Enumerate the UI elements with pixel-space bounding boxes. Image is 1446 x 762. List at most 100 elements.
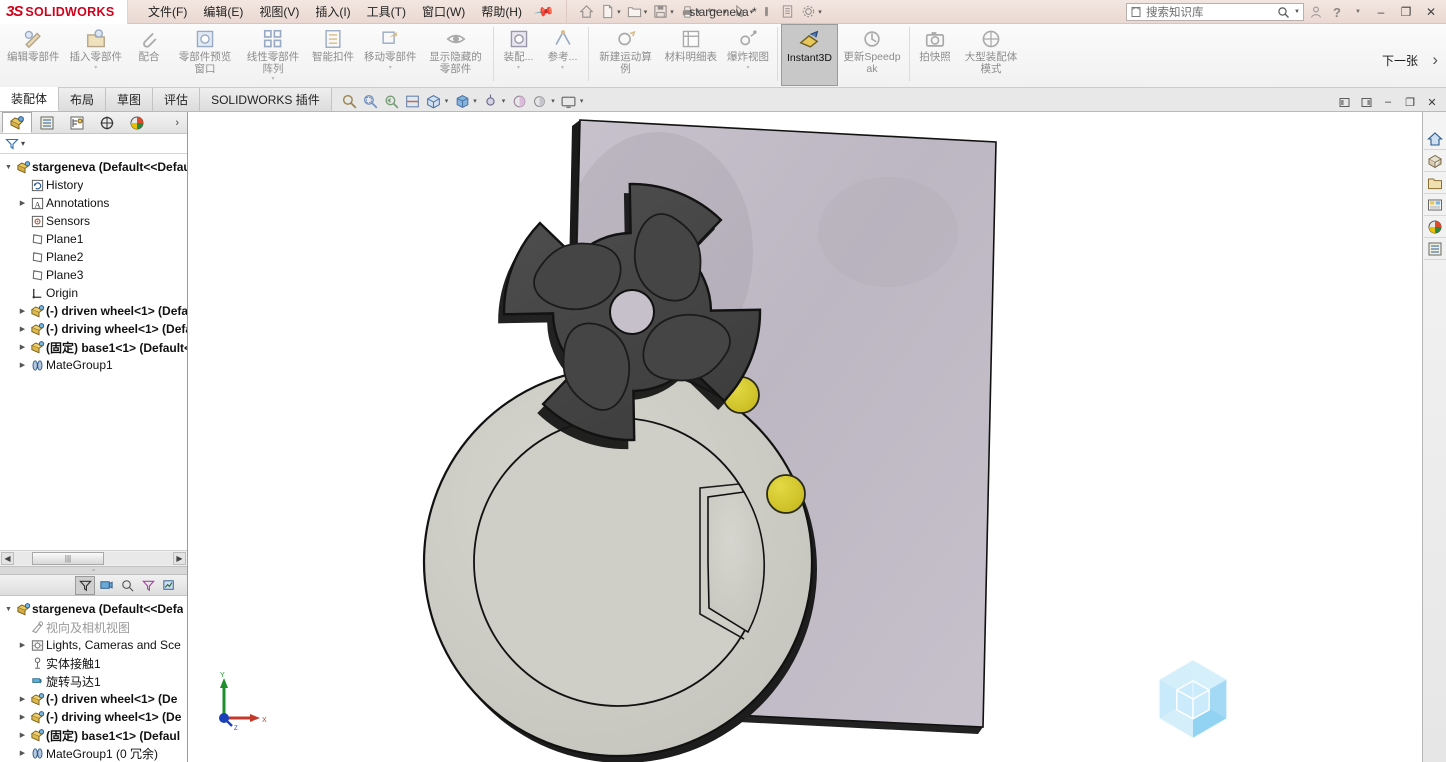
filter-animation-icon[interactable] <box>96 576 116 595</box>
options-gear-icon[interactable] <box>799 2 818 21</box>
tab-layout[interactable]: 布局 <box>59 88 107 111</box>
tree-collapse-icon[interactable]: ▼ <box>2 606 15 613</box>
next-image-overlay-label[interactable]: 下一张 <box>1382 52 1418 69</box>
motion-tree-item[interactable]: 旋转马达1 <box>0 672 187 690</box>
appearances-scenes-icon[interactable] <box>1423 216 1446 238</box>
tab-solidworks-addins[interactable]: SOLIDWORKS 插件 <box>200 88 332 111</box>
feature-tree-item[interactable]: ▶ MateGroup1 <box>0 356 187 374</box>
ribbon-button-update-speedpak[interactable]: 更新Speedpak <box>838 24 906 86</box>
menu-edit[interactable]: 编辑(E) <box>195 0 251 23</box>
window-close-button[interactable]: ✕ <box>1420 2 1442 22</box>
feature-tree-item[interactable]: Plane3 <box>0 266 187 284</box>
feature-tree-item[interactable]: Origin <box>0 284 187 302</box>
view-settings-icon[interactable] <box>559 91 579 111</box>
ribbon-button-large-assembly-mode[interactable]: 大型装配体模式 <box>957 24 1025 86</box>
menu-window[interactable]: 窗口(W) <box>414 0 473 23</box>
ribbon-dropdown-caret-icon[interactable]: ▾ <box>389 64 392 71</box>
undo-icon[interactable] <box>704 2 723 21</box>
user-account-icon[interactable] <box>1307 3 1325 21</box>
tree-expand-icon[interactable]: ▶ <box>16 361 29 369</box>
search-dropdown-icon[interactable]: ▼ <box>1294 9 1300 15</box>
previous-view-icon[interactable] <box>382 91 402 111</box>
tab-assembly[interactable]: 装配体 <box>0 87 60 111</box>
scroll-right-arrow[interactable]: ▶ <box>173 552 186 565</box>
filter-selected-icon[interactable] <box>138 576 158 595</box>
view-settings-dropdown-icon[interactable]: ▾ <box>580 97 584 105</box>
tab-evaluate[interactable]: 评估 <box>153 88 201 111</box>
feature-tree-item[interactable]: History <box>0 176 187 194</box>
dimxpert-manager-tab[interactable] <box>92 112 122 133</box>
select-cursor-icon[interactable] <box>731 2 750 21</box>
tree-expand-icon[interactable]: ▶ <box>16 713 29 721</box>
open-folder-dropdown-icon[interactable]: ▾ <box>644 8 648 16</box>
apply-scene-icon[interactable] <box>530 91 550 111</box>
ribbon-dropdown-caret-icon[interactable]: ▾ <box>94 64 97 71</box>
save-icon[interactable] <box>651 2 670 21</box>
motion-tree-item[interactable]: 实体接触1 <box>0 654 187 672</box>
tab-sketch[interactable]: 草图 <box>106 88 154 111</box>
ribbon-button-instant3d[interactable]: Instant3D <box>781 24 838 86</box>
motion-tree-item[interactable]: ▶ (固定) base1<1> (Defaul <box>0 726 187 744</box>
display-style-dropdown-icon[interactable]: ▾ <box>473 97 477 105</box>
undo-dropdown-icon[interactable]: ▾ <box>723 8 727 16</box>
menu-insert[interactable]: 插入(I) <box>307 0 358 23</box>
motion-tree-item[interactable]: ▶ (-) driving wheel<1> (De <box>0 708 187 726</box>
document-close-button[interactable]: ✕ <box>1422 93 1442 111</box>
feature-tree-item[interactable]: Plane2 <box>0 248 187 266</box>
tree-expand-icon[interactable]: ▶ <box>16 731 29 739</box>
ribbon-dropdown-caret-icon[interactable]: ▾ <box>271 75 274 82</box>
filter-funnel-icon[interactable] <box>5 137 19 151</box>
question-mark-icon[interactable]: ? <box>1328 3 1346 21</box>
tree-filter-bar[interactable]: ▾ <box>0 134 187 154</box>
configuration-manager-tab[interactable] <box>62 112 92 133</box>
feature-tree-item[interactable]: ▶ (固定) base1<1> (Default<< <box>0 338 187 356</box>
tree-expand-icon[interactable]: ▶ <box>16 307 29 315</box>
ribbon-dropdown-caret-icon[interactable]: ▾ <box>517 64 520 71</box>
motion-tree-item[interactable]: ▶ MateGroup1 (0 冗余) <box>0 744 187 762</box>
restore-left-icon[interactable] <box>1334 93 1354 111</box>
ribbon-button-component-preview-window[interactable]: 零部件预览窗口 <box>171 24 239 86</box>
tree-horizontal-scrollbar[interactable]: ◀ ||| ▶ <box>0 550 187 566</box>
panel-splitter[interactable]: ▫ <box>0 566 187 575</box>
pin-icon[interactable]: 📌 <box>533 0 555 22</box>
motion-tree-item[interactable]: ▶ Lights, Cameras and Sce <box>0 636 187 654</box>
tree-expand-icon[interactable]: ▶ <box>16 749 29 757</box>
tree-expand-icon[interactable]: ▶ <box>16 343 29 351</box>
feature-tree-item[interactable]: ▼ stargeneva (Default<<Default <box>0 158 187 176</box>
scroll-left-arrow[interactable]: ◀ <box>1 552 14 565</box>
file-explorer-icon[interactable] <box>1423 172 1446 194</box>
tree-expand-icon[interactable]: ▶ <box>16 199 29 207</box>
file-properties-icon[interactable] <box>778 2 797 21</box>
view-orientation-dropdown-icon[interactable]: ▾ <box>445 97 449 105</box>
ribbon-button-linear-component-pattern[interactable]: 线性零部件阵列 ▾ <box>239 24 307 86</box>
motion-tree-item[interactable]: 视向及相机视图 <box>0 618 187 636</box>
save-dropdown-icon[interactable]: ▾ <box>670 8 674 16</box>
menu-view[interactable]: 视图(V) <box>251 0 307 23</box>
scroll-thumb[interactable]: ||| <box>32 552 104 565</box>
ribbon-button-move-component[interactable]: 移动零部件 ▾ <box>359 24 422 86</box>
motion-filter-icon[interactable] <box>75 575 95 595</box>
document-restore-button[interactable]: ❐ <box>1400 93 1420 111</box>
graphics-viewport[interactable]: Y X Z <box>188 112 1422 762</box>
ribbon-button-take-snapshot[interactable]: 拍快照 <box>913 24 957 86</box>
ribbon-button-assembly-features[interactable]: 装配... ▾ <box>497 24 541 86</box>
property-manager-tab[interactable] <box>32 112 62 133</box>
manager-tabs-more-icon[interactable]: › <box>175 117 187 129</box>
feature-tree-item[interactable]: ▶ (-) driven wheel<1> (Defau <box>0 302 187 320</box>
restore-right-icon[interactable] <box>1356 93 1376 111</box>
hide-show-items-dropdown-icon[interactable]: ▾ <box>502 97 506 105</box>
ribbon-button-exploded-view[interactable]: 爆炸视图 ▾ <box>722 24 774 86</box>
feature-tree-item[interactable]: ▶ (-) driving wheel<1> (Defau <box>0 320 187 338</box>
home-icon[interactable] <box>577 2 596 21</box>
help-dropdown-icon[interactable]: ▼ <box>1349 3 1367 21</box>
zoom-to-fit-icon[interactable] <box>340 91 360 111</box>
featuremanager-design-tree-tab[interactable] <box>2 112 32 133</box>
filter-results-icon[interactable] <box>159 576 179 595</box>
menu-file[interactable]: 文件(F) <box>140 0 195 23</box>
view-orientation-icon[interactable] <box>424 91 444 111</box>
print-icon[interactable] <box>678 2 697 21</box>
tree-expand-icon[interactable]: ▶ <box>16 641 29 649</box>
hide-show-items-icon[interactable] <box>481 91 501 111</box>
filter-dropdown-icon[interactable]: ▾ <box>21 139 25 148</box>
print-dropdown-icon[interactable]: ▾ <box>697 8 701 16</box>
